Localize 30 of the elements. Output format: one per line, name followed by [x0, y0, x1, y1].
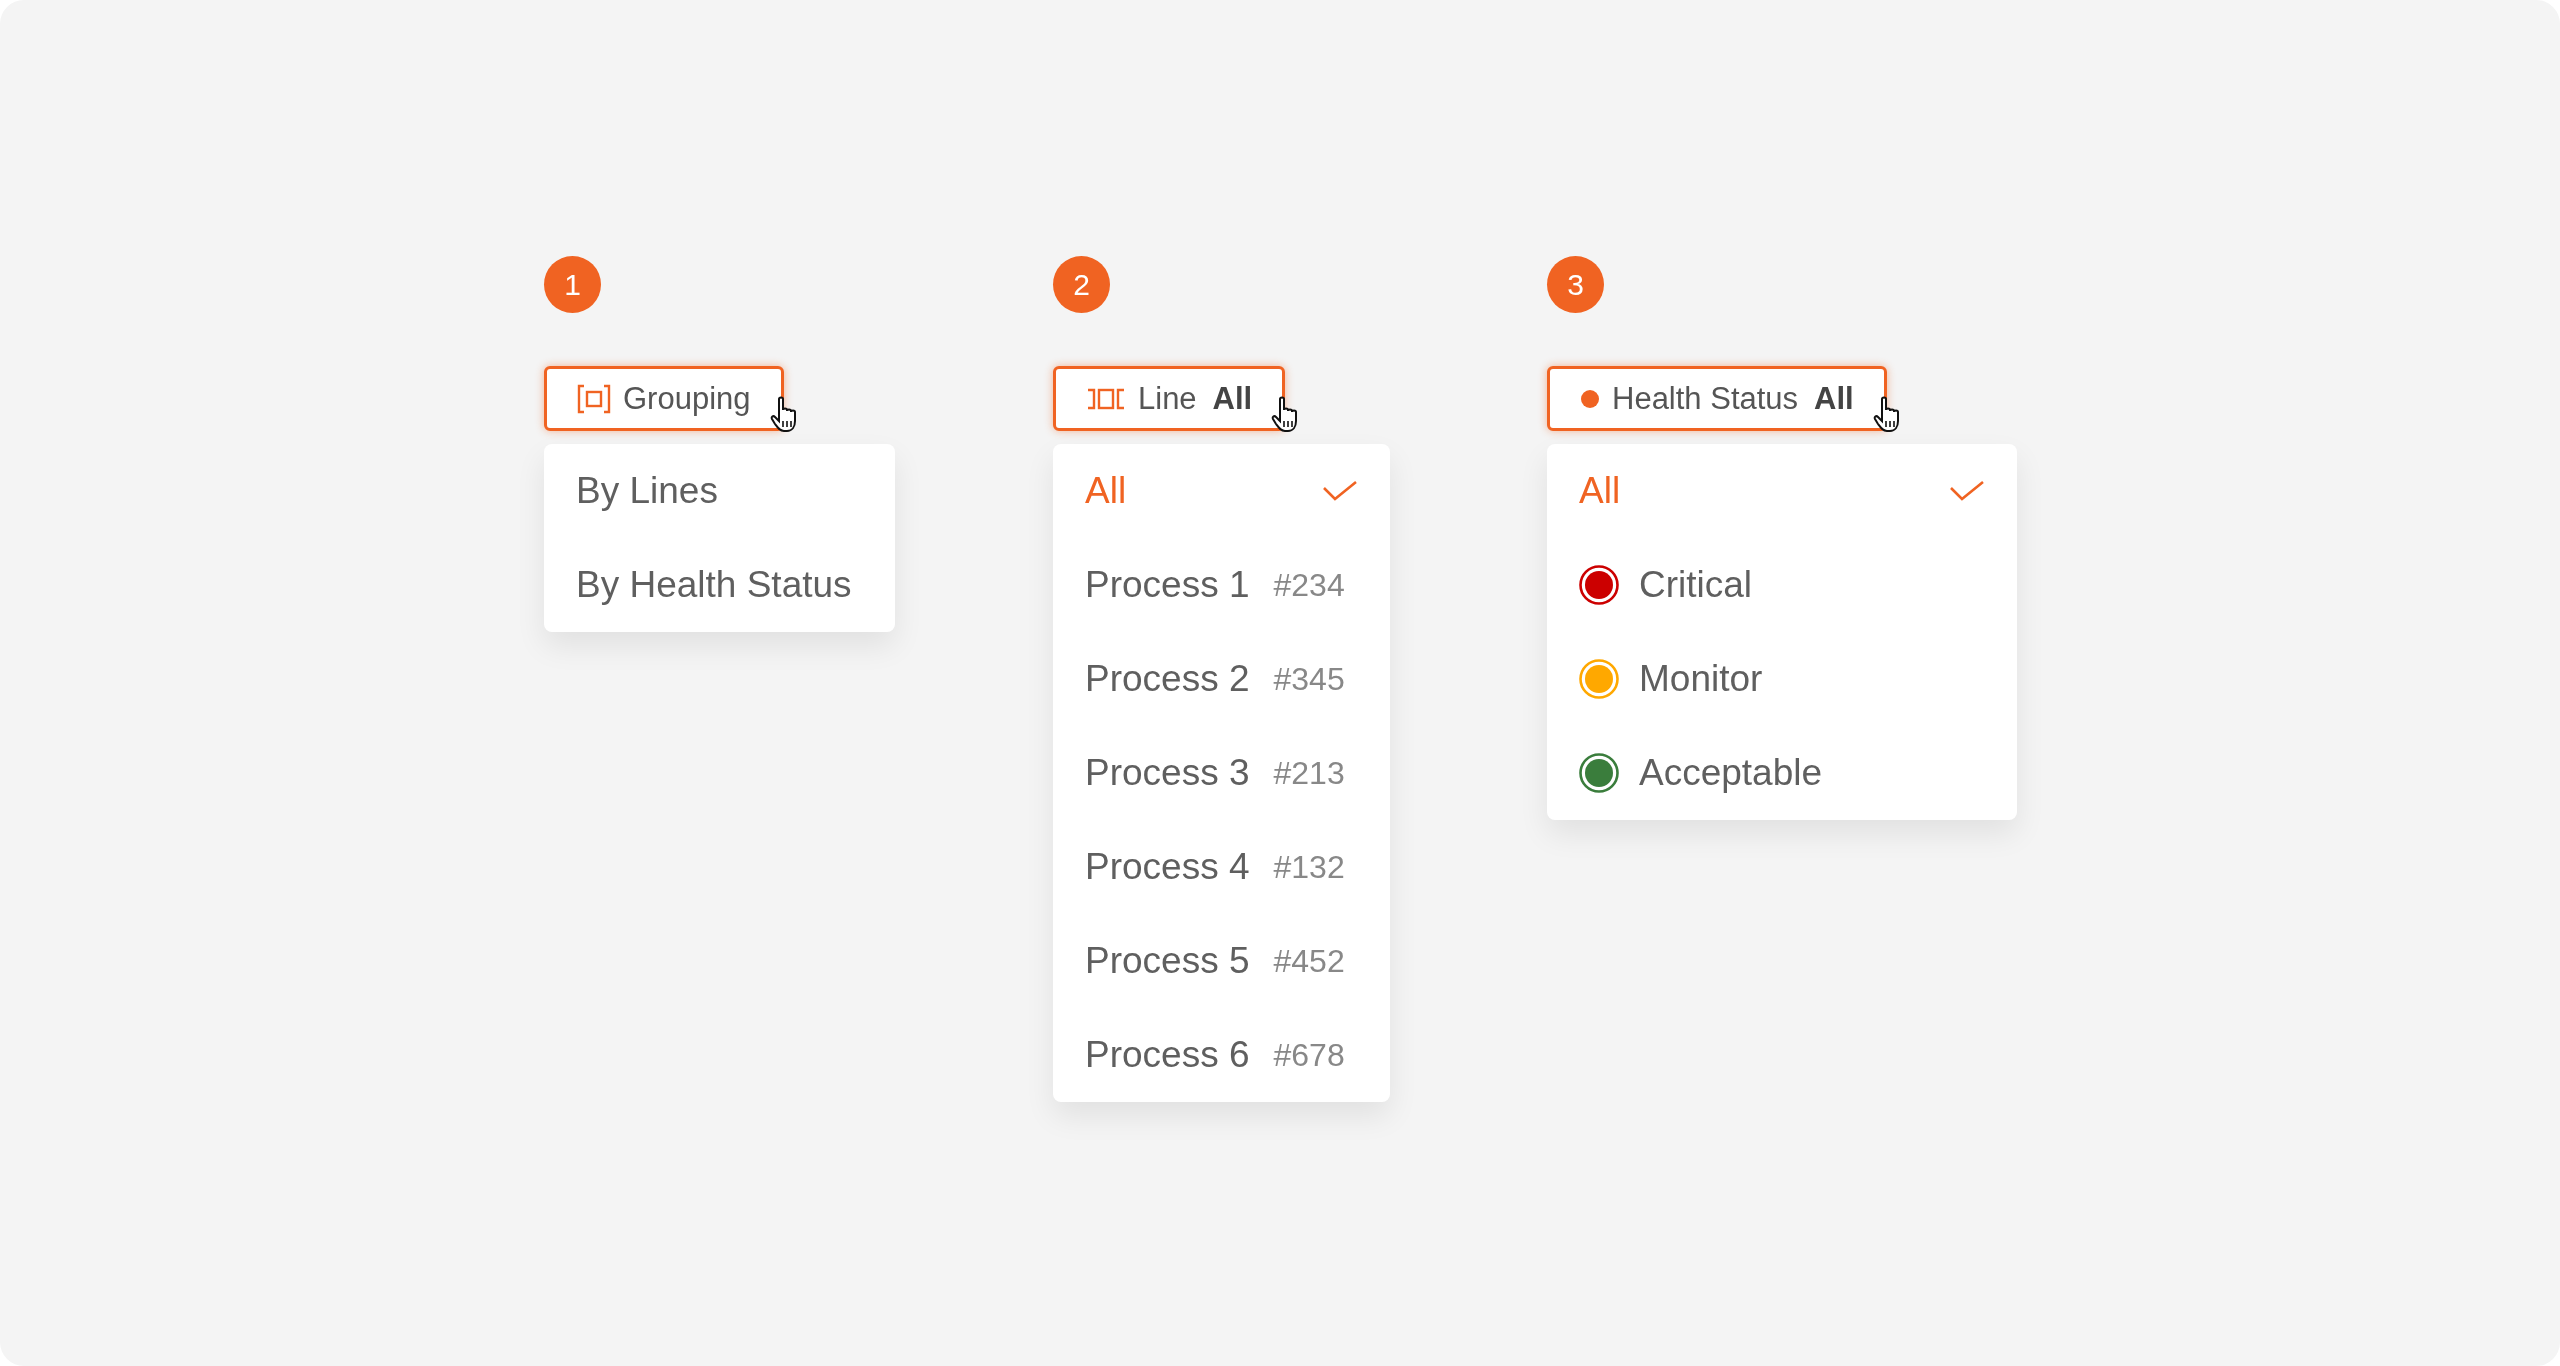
process-code: #345: [1273, 660, 1345, 698]
step-number-badge: 2: [1053, 256, 1110, 313]
menu-item[interactable]: Monitor: [1547, 632, 2017, 726]
menu-item[interactable]: Process 2 #345: [1053, 632, 1390, 726]
menu-item[interactable]: By Lines: [544, 444, 895, 538]
process-code: #452: [1273, 942, 1345, 980]
menu-item[interactable]: Process 6 #678: [1053, 1008, 1390, 1102]
process-code: #234: [1273, 566, 1345, 604]
filter-button[interactable]: Health Status All: [1547, 366, 1887, 431]
filter-button[interactable]: Grouping: [544, 366, 784, 431]
step-number-badge: 3: [1547, 256, 1604, 313]
menu-item[interactable]: Acceptable: [1547, 726, 2017, 820]
menu-item[interactable]: By Health Status: [544, 538, 895, 632]
checkmark-icon: [1322, 480, 1358, 502]
menu-item[interactable]: Process 4 #132: [1053, 820, 1390, 914]
menu-item[interactable]: Process 1 #234: [1053, 538, 1390, 632]
checkmark-icon: [1949, 480, 1985, 502]
menu-item[interactable]: Process 5 #452: [1053, 914, 1390, 1008]
step-number-badge: 1: [544, 256, 601, 313]
filter-button[interactable]: Line All: [1053, 366, 1286, 431]
menu-item[interactable]: All: [1547, 444, 2017, 538]
status-dot-icon: [1580, 388, 1600, 409]
process-code: #678: [1273, 1036, 1345, 1074]
process-code: #213: [1273, 754, 1345, 792]
menu-item[interactable]: Critical: [1547, 538, 2017, 632]
menu-item[interactable]: Process 3 #213: [1053, 726, 1390, 820]
line-icon: [1086, 386, 1126, 411]
process-code: #132: [1273, 848, 1345, 886]
menu-item[interactable]: All: [1053, 444, 1390, 538]
bracket-square-icon: [577, 383, 611, 414]
